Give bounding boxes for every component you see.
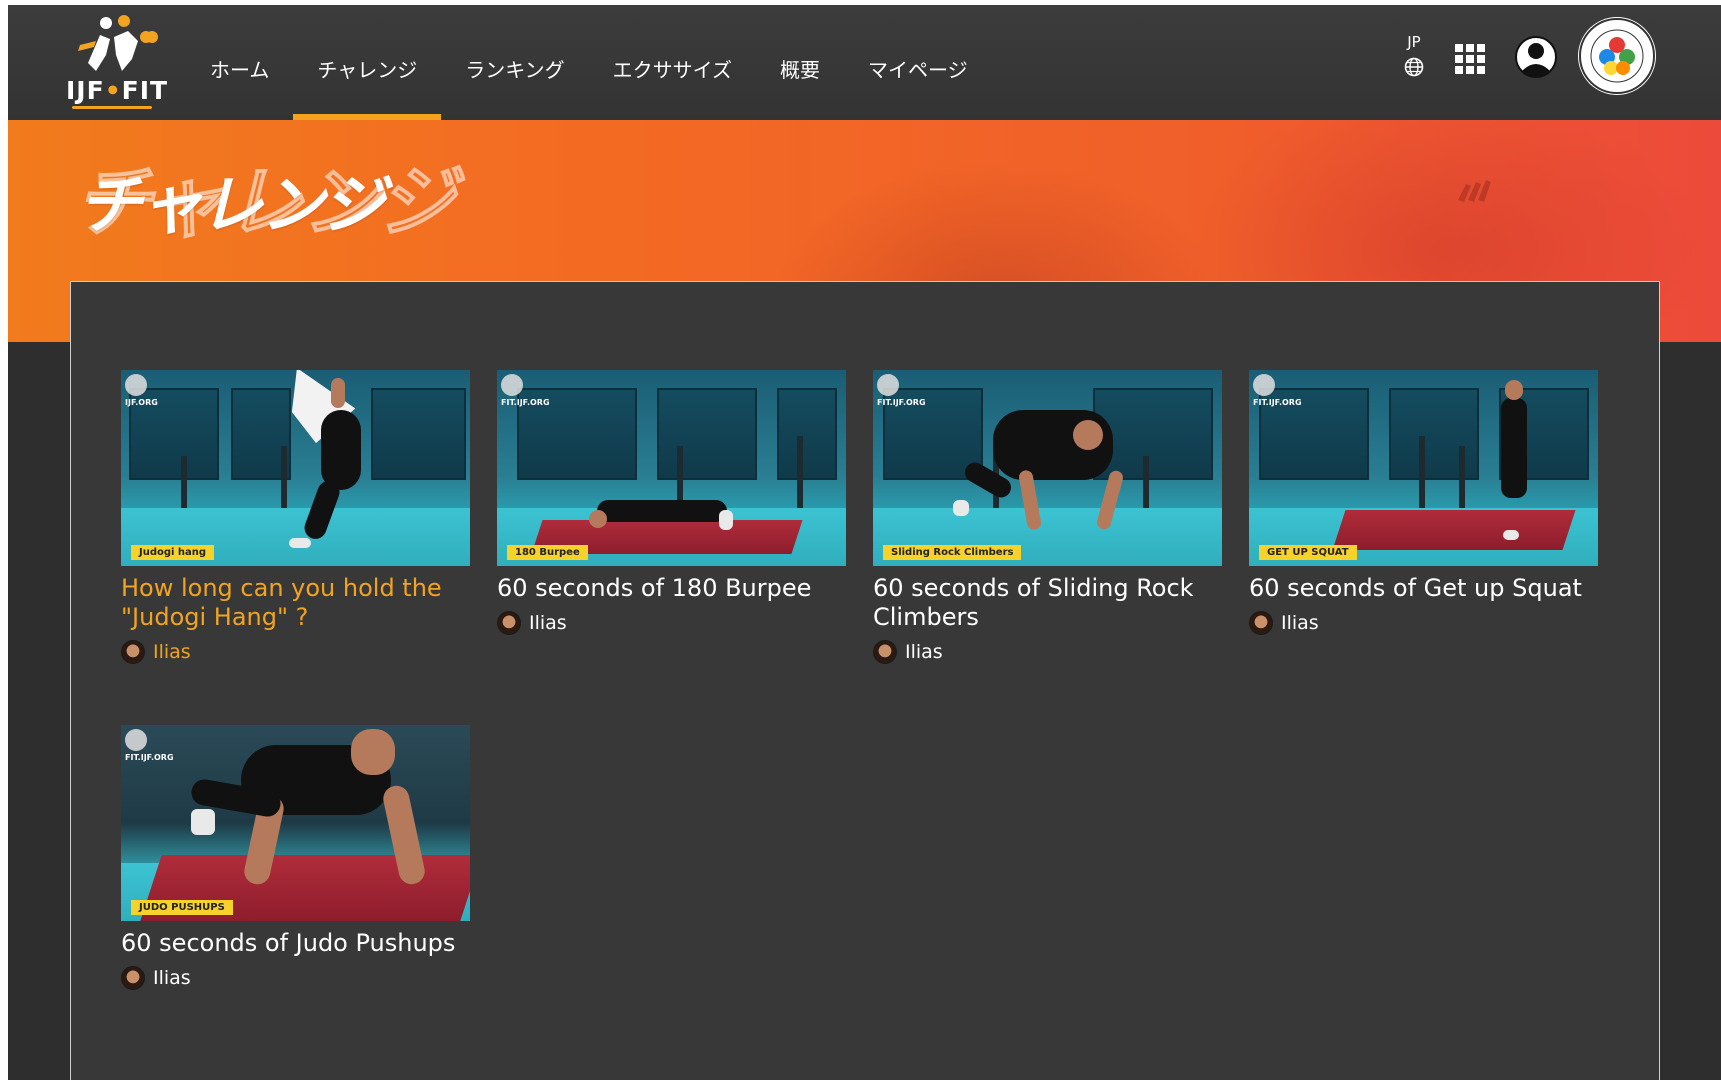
challenge-author[interactable]: Ilias [121, 966, 470, 990]
challenge-thumbnail[interactable]: IJF.ORG Judogi hang [121, 370, 470, 566]
athlete-shoe [289, 538, 311, 548]
ijf-seal-icon [1579, 18, 1655, 94]
challenge-title[interactable]: 60 seconds of Judo Pushups [121, 929, 470, 958]
ijf-watermark-icon [125, 374, 147, 396]
thumbnail-tag: Sliding Rock Climbers [883, 545, 1022, 560]
athlete-shoe [719, 510, 733, 530]
top-navigation: IJF•FIT ホーム チャレンジ ランキング エクササイズ 概要 マイページ … [8, 5, 1721, 120]
challenge-title[interactable]: 60 seconds of 180 Burpee [497, 574, 846, 603]
adidas-logo-icon [1458, 180, 1491, 202]
user-account-icon[interactable] [1514, 35, 1558, 79]
apps-grid-icon[interactable] [1454, 43, 1486, 75]
challenge-card-180-burpee[interactable]: FIT.IJF.ORG 180 Burpee 60 seconds of 180… [497, 370, 846, 635]
thumbnail-tag: Judogi hang [131, 545, 215, 560]
athlete-shoe [953, 500, 969, 516]
nav-home[interactable]: ホーム [186, 5, 293, 120]
logo-underline [72, 106, 152, 109]
challenge-card-judo-pushups[interactable]: FIT.IJF.ORG JUDO PUSHUPS 60 seconds of J… [121, 725, 470, 990]
athlete-body [597, 500, 727, 522]
page-title: チャレンジ [78, 169, 385, 243]
challenge-author[interactable]: Ilias [873, 640, 1222, 664]
thumbnail-tag: JUDO PUSHUPS [131, 900, 233, 915]
challenge-author[interactable]: Ilias [1249, 611, 1598, 635]
nav-exercise[interactable]: エクササイズ [589, 5, 756, 120]
main-nav: ホーム チャレンジ ランキング エクササイズ 概要 マイページ [186, 5, 992, 120]
gym-mirror [777, 388, 837, 480]
author-name: Ilias [529, 612, 567, 634]
language-selector[interactable]: JP [1396, 33, 1432, 77]
challenge-thumbnail[interactable]: FIT.IJF.ORG GET UP SQUAT [1249, 370, 1598, 566]
athlete-shoe [191, 809, 215, 835]
athlete-head [589, 510, 607, 528]
ijf-watermark-icon [501, 374, 523, 396]
judoka-logo-icon [78, 15, 158, 71]
gym-mirror [1389, 388, 1479, 480]
athlete-head [351, 729, 395, 775]
author-name: Ilias [1281, 612, 1319, 634]
ijf-fit-logo[interactable]: IJF•FIT [66, 15, 169, 109]
ijf-watermark-icon [877, 374, 899, 396]
watermark-text: FIT.IJF.ORG [877, 398, 926, 407]
challenge-card-sliding-rock-climbers[interactable]: FIT.IJF.ORG Sliding Rock Climbers 60 sec… [873, 370, 1222, 664]
author-avatar [121, 640, 145, 664]
watermark-text: FIT.IJF.ORG [501, 398, 550, 407]
author-avatar [121, 966, 145, 990]
athlete-body [321, 410, 361, 490]
thumbnail-tag: GET UP SQUAT [1259, 545, 1357, 560]
author-name: Ilias [905, 641, 943, 663]
athlete-shoe [1503, 530, 1519, 540]
athlete-head [1505, 380, 1523, 400]
challenge-card-judogi-hang[interactable]: IJF.ORG Judogi hang How long can you hol… [121, 370, 470, 664]
watermark-text: FIT.IJF.ORG [1253, 398, 1302, 407]
challenge-thumbnail[interactable]: FIT.IJF.ORG Sliding Rock Climbers [873, 370, 1222, 566]
exercise-mat [1332, 510, 1576, 550]
nav-about[interactable]: 概要 [756, 5, 844, 120]
app-frame: IJF•FIT ホーム チャレンジ ランキング エクササイズ 概要 マイページ … [8, 5, 1721, 1080]
author-name: Ilias [153, 967, 191, 989]
athlete-head [1073, 420, 1103, 450]
ijf-watermark-icon [125, 729, 147, 751]
gym-mirror [371, 388, 466, 480]
ijf-federation-logo[interactable] [1578, 17, 1656, 95]
challenge-author[interactable]: Ilias [121, 640, 470, 664]
author-avatar [873, 640, 897, 664]
ijf-watermark-icon [1253, 374, 1275, 396]
challenge-title[interactable]: 60 seconds of Get up Squat [1249, 574, 1598, 603]
watermark-text: IJF.ORG [125, 398, 158, 407]
language-code: JP [1407, 33, 1421, 51]
nav-challenge[interactable]: チャレンジ [293, 5, 442, 120]
challenges-panel: IJF.ORG Judogi hang How long can you hol… [70, 281, 1660, 1080]
athlete-body [1501, 398, 1527, 498]
logo-wordmark: IJF•FIT [66, 76, 169, 105]
nav-mypage[interactable]: マイページ [844, 5, 992, 120]
nav-ranking[interactable]: ランキング [441, 5, 588, 120]
athlete-arm [331, 378, 345, 408]
globe-icon [1404, 57, 1424, 77]
challenge-thumbnail[interactable]: FIT.IJF.ORG 180 Burpee [497, 370, 846, 566]
challenge-title[interactable]: 60 seconds of Sliding Rock Climbers [873, 574, 1222, 632]
author-avatar [497, 611, 521, 635]
challenge-title[interactable]: How long can you hold the "Judogi Hang" … [121, 574, 470, 632]
watermark-text: FIT.IJF.ORG [125, 753, 174, 762]
author-name: Ilias [153, 641, 191, 663]
challenge-card-get-up-squat[interactable]: FIT.IJF.ORG GET UP SQUAT 60 seconds of G… [1249, 370, 1598, 635]
gym-mirror [657, 388, 757, 480]
thumbnail-tag: 180 Burpee [507, 545, 588, 560]
challenge-thumbnail[interactable]: FIT.IJF.ORG JUDO PUSHUPS [121, 725, 470, 921]
challenge-author[interactable]: Ilias [497, 611, 846, 635]
author-avatar [1249, 611, 1273, 635]
